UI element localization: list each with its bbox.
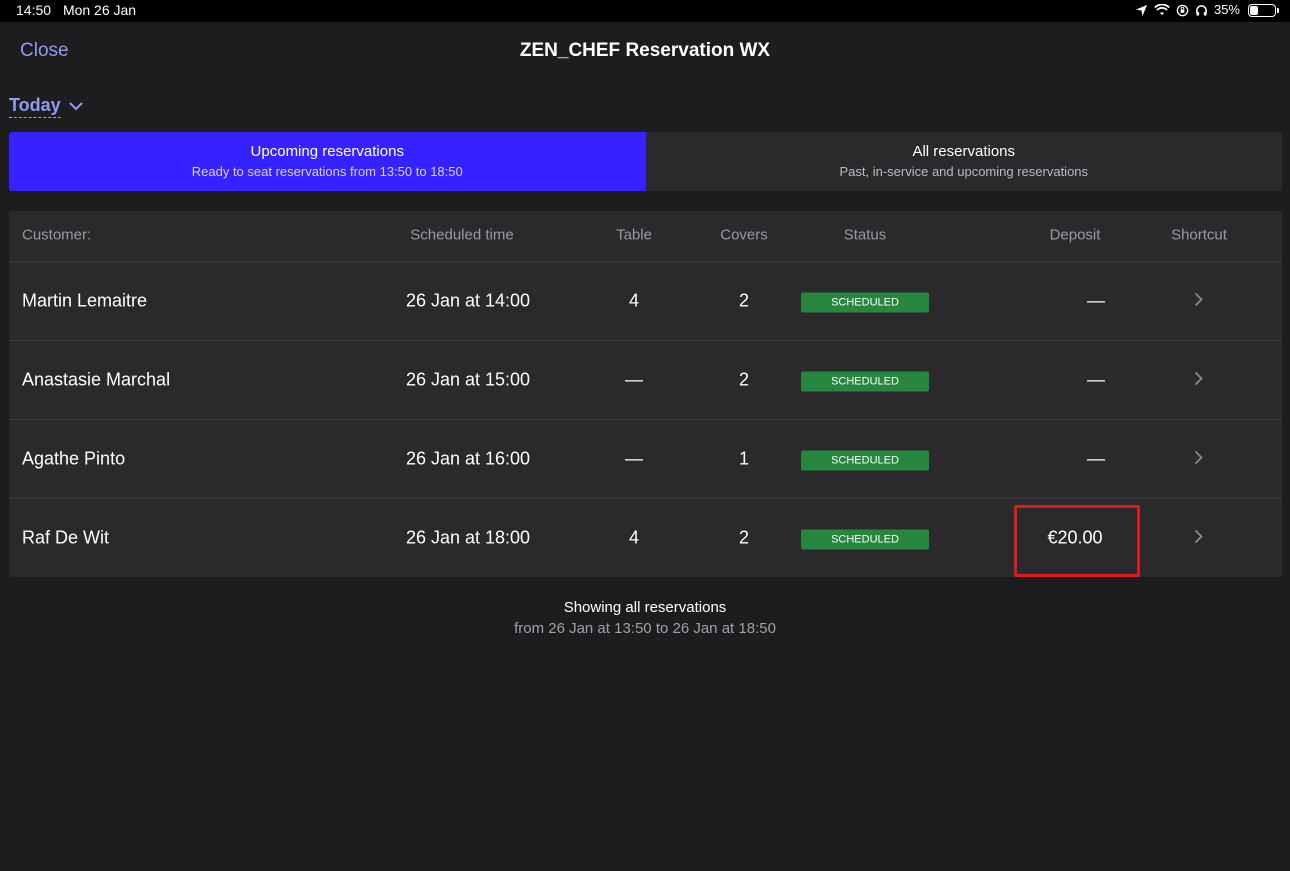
status-badge: SCHEDULED	[801, 448, 929, 471]
deposit-value: €20.00	[1047, 527, 1103, 548]
header-scheduled-time: Scheduled time	[410, 226, 514, 244]
header-shortcut: Shortcut	[1171, 226, 1227, 244]
chevron-right-icon[interactable]	[1195, 291, 1204, 312]
status-bar: 14:50 Mon 26 Jan 35%	[0, 0, 1290, 22]
tab-subtitle: Ready to seat reservations from 13:50 to…	[191, 164, 463, 179]
tab-title: All reservations	[912, 143, 1016, 160]
covers-count: 2	[738, 527, 750, 548]
date-filter-dropdown[interactable]: Today	[9, 95, 83, 118]
customer-name: Anastasie Marchal	[22, 369, 171, 390]
date-filter-label: Today	[9, 95, 61, 118]
summary-range: from 26 Jan at 13:50 to 26 Jan at 18:50	[514, 620, 776, 637]
header-covers: Covers	[720, 226, 768, 244]
status-badge-label: SCHEDULED	[801, 450, 929, 471]
reservations-table: Customer: Scheduled time Table Covers St…	[9, 211, 1282, 577]
scheduled-time: 26 Jan at 15:00	[405, 369, 531, 390]
chevron-down-icon	[69, 102, 83, 111]
scheduled-time: 26 Jan at 18:00	[405, 527, 531, 548]
tab-title: Upcoming reservations	[250, 143, 404, 160]
header-deposit: Deposit	[1049, 226, 1101, 244]
covers-count: 2	[738, 290, 750, 311]
table-row[interactable]: Martin Lemaitre 26 Jan at 14:00 4 2 SCHE…	[9, 261, 1282, 340]
location-icon	[1135, 4, 1148, 16]
table-row[interactable]: Agathe Pinto 26 Jan at 16:00 — 1 SCHEDUL…	[9, 419, 1282, 498]
status-time: 14:50	[16, 2, 52, 18]
status-badge: SCHEDULED	[801, 290, 929, 313]
results-summary: Showing all reservations from 26 Jan at …	[0, 599, 1290, 637]
header-customer: Customer:	[22, 226, 92, 244]
chevron-right-icon[interactable]	[1195, 528, 1204, 549]
status-badge: SCHEDULED	[801, 369, 929, 392]
customer-name: Martin Lemaitre	[22, 290, 148, 311]
headphones-icon	[1196, 4, 1207, 16]
status-badge-label: SCHEDULED	[801, 529, 929, 550]
scheduled-time: 26 Jan at 16:00	[405, 448, 531, 469]
header-status: Status	[843, 226, 887, 244]
scheduled-time: 26 Jan at 14:00	[405, 290, 531, 311]
deposit-value: —	[1087, 369, 1105, 390]
reservation-view-tabs: Upcoming reservations Ready to seat rese…	[9, 132, 1282, 191]
status-date: Mon 26 Jan	[62, 2, 137, 18]
page-title: ZEN_CHEF Reservation WX	[519, 40, 771, 61]
wifi-icon	[1154, 4, 1170, 15]
covers-count: 1	[738, 448, 750, 469]
chevron-right-icon[interactable]	[1195, 370, 1204, 391]
deposit-value: —	[1087, 448, 1105, 469]
status-badge-label: SCHEDULED	[801, 292, 929, 313]
table-number: 4	[628, 290, 640, 311]
table-number: —	[625, 369, 643, 390]
status-badge-label: SCHEDULED	[801, 371, 929, 392]
customer-name: Raf De Wit	[22, 527, 110, 548]
battery-percent: 35%	[1213, 2, 1240, 17]
table-number: —	[625, 448, 643, 469]
customer-name: Agathe Pinto	[22, 448, 126, 469]
table-number: 4	[628, 527, 640, 548]
table-row[interactable]: Anastasie Marchal 26 Jan at 15:00 — 2 SC…	[9, 340, 1282, 419]
deposit-value: —	[1087, 290, 1105, 311]
rotation-lock-icon	[1176, 4, 1189, 16]
tab-subtitle: Past, in-service and upcoming reservatio…	[839, 164, 1089, 179]
header-table: Table	[616, 226, 652, 244]
chevron-right-icon[interactable]	[1195, 449, 1204, 470]
summary-title: Showing all reservations	[563, 599, 727, 616]
tab-all-reservations[interactable]: All reservations Past, in-service and up…	[646, 132, 1283, 191]
battery-icon	[1248, 3, 1279, 17]
navigation-bar: Close ZEN_CHEF Reservation WX	[0, 22, 1290, 80]
table-header: Customer: Scheduled time Table Covers St…	[9, 211, 1282, 261]
status-badge: SCHEDULED	[801, 527, 929, 550]
covers-count: 2	[738, 369, 750, 390]
table-row[interactable]: Raf De Wit 26 Jan at 18:00 4 2 SCHEDULED…	[9, 498, 1282, 577]
tab-upcoming-reservations[interactable]: Upcoming reservations Ready to seat rese…	[9, 132, 646, 191]
